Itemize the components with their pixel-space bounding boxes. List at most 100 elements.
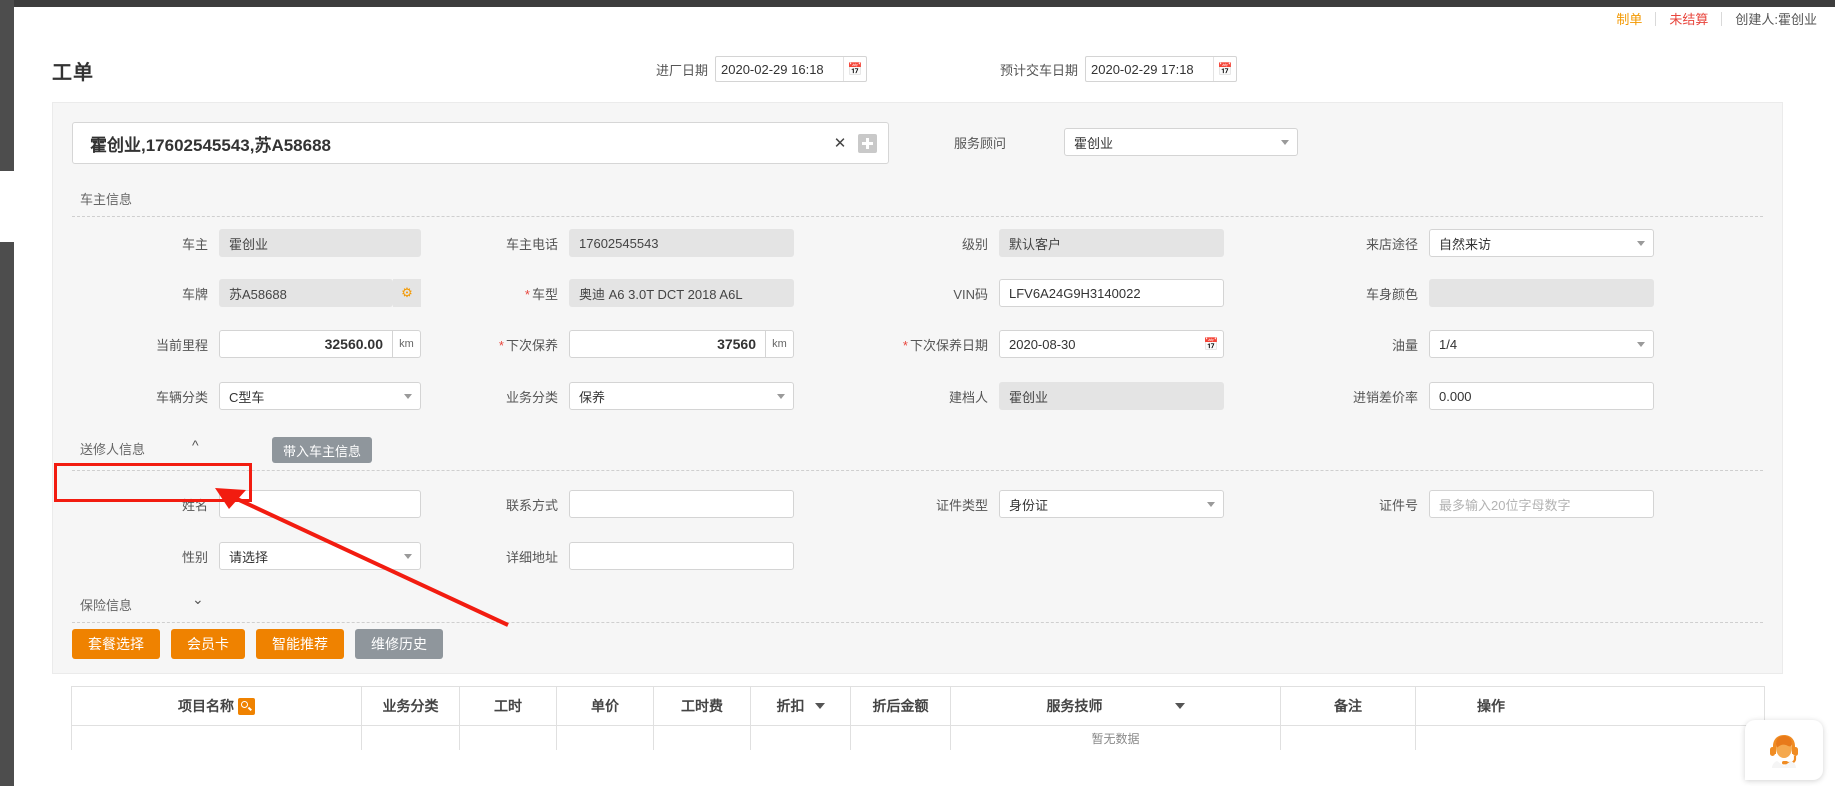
biz-class-value: 保养 (579, 389, 606, 405)
model-label: * 车型 (524, 286, 558, 302)
field-vin: VIN码 LFV6A24G9H3140022 (912, 278, 1224, 308)
left-rail-bottom (0, 242, 14, 786)
chevron-up-icon[interactable]: ^ (192, 437, 199, 453)
status-unsettled[interactable]: 未结算 (1669, 13, 1708, 26)
field-id-number: 证件号 最多输入20位字母数字 (1342, 489, 1654, 519)
items-table: 项目名称 业务分类 工时 单价 工时费 折扣 折后金额 服务技师 备注 操作 暂… (71, 686, 1765, 750)
sort-caret-icon[interactable] (1174, 703, 1185, 709)
section-divider (72, 622, 1763, 623)
calendar-icon[interactable]: 📅 (843, 57, 866, 81)
repairer-section-header: 送修人信息 ^ 带入车主信息 (72, 437, 1763, 471)
cell-biz-class (362, 726, 460, 750)
owner-row-1: 车主 霍创业 车主电话 17602545543 级别 默认客户 来店途径 自然来… (72, 228, 1763, 258)
search-icon[interactable] (238, 697, 255, 715)
vin-input[interactable]: LFV6A24G9H3140022 (999, 279, 1224, 307)
table-row: 暂无数据 (72, 725, 1764, 750)
delivery-date-field[interactable]: 2020-02-29 17:18 📅 (1085, 56, 1238, 82)
mileage-input[interactable]: 32560.00 (219, 330, 393, 358)
next-maintenance-input[interactable]: 37560 (569, 330, 766, 358)
customer-search-input[interactable]: 霍创业,17602545543,苏A58688 ✕ (72, 122, 889, 164)
copy-owner-info-button[interactable]: 带入车主信息 (272, 437, 373, 463)
gender-value: 请选择 (229, 549, 269, 565)
required-asterisk: * (524, 286, 530, 302)
chevron-down-icon (1637, 342, 1645, 347)
field-repairer-name: 姓名 (132, 489, 421, 519)
delivery-date-group: 预计交车日期 2020-02-29 17:18 📅 (1000, 56, 1238, 82)
package-select-button[interactable]: 套餐选择 (72, 629, 160, 659)
field-gender: 性别 请选择 (132, 541, 421, 571)
id-number-input[interactable]: 最多输入20位字母数字 (1429, 490, 1654, 518)
vin-label: VIN码 (953, 286, 988, 302)
owner-label: 车主 (181, 236, 208, 252)
gender-select[interactable]: 请选择 (219, 542, 421, 570)
visit-source-select[interactable]: 自然来访 (1429, 229, 1654, 257)
owner-phone-value: 17602545543 (569, 229, 794, 257)
service-advisor-value: 霍创业 (1074, 135, 1114, 151)
id-number-label: 证件号 (1378, 497, 1418, 513)
chevron-down-icon (777, 394, 785, 399)
left-rail-top (0, 0, 14, 171)
field-visit-source: 来店途径 自然来访 (1342, 228, 1654, 258)
repairer-name-input[interactable] (219, 490, 421, 518)
entry-date-field[interactable]: 2020-02-29 16:18 📅 (715, 56, 868, 82)
next-maintenance-control: 37560 km (569, 330, 794, 358)
col-technician[interactable]: 服务技师 (951, 687, 1281, 725)
field-next-maintenance-date: * 下次保养日期 2020-08-30 📅 (899, 329, 1224, 359)
col-discount[interactable]: 折扣 (751, 687, 851, 725)
vehicle-class-select[interactable]: C型车 (219, 382, 421, 410)
mileage-unit: km (393, 330, 421, 358)
repair-history-button[interactable]: 维修历史 (355, 629, 443, 659)
field-address: 详细地址 (482, 541, 794, 571)
owner-row-2: 车牌 苏A58688 ⚙ * 车型 奥迪 A6 3.0T DCT 2018 A6L… (72, 278, 1763, 308)
field-level: 级别 默认客户 (912, 228, 1224, 258)
col-item-name-label: 项目名称 (178, 698, 234, 714)
address-input[interactable] (569, 542, 794, 570)
service-advisor-select[interactable]: 霍创业 (1064, 128, 1299, 156)
support-agent-icon (1770, 735, 1798, 768)
col-biz-class: 业务分类 (362, 687, 460, 725)
required-asterisk: * (498, 337, 504, 353)
next-maintenance-date-field[interactable]: 2020-08-30 📅 (999, 330, 1224, 358)
member-card-button[interactable]: 会员卡 (171, 629, 245, 659)
biz-class-select[interactable]: 保养 (569, 382, 794, 410)
sort-caret-icon[interactable] (814, 703, 825, 709)
smart-recommend-button[interactable]: 智能推荐 (256, 629, 344, 659)
chevron-down-icon[interactable]: ⌄ (192, 591, 204, 608)
calendar-icon[interactable]: 📅 (1199, 337, 1223, 351)
field-id-type: 证件类型 身份证 (912, 489, 1224, 519)
field-owner: 车主 霍创业 (132, 228, 421, 258)
margin-rate-input[interactable]: 0.000 (1429, 382, 1654, 410)
id-type-select[interactable]: 身份证 (999, 490, 1224, 518)
vehicle-class-value: C型车 (229, 389, 265, 405)
status-make-order[interactable]: 制单 (1616, 13, 1642, 26)
cell-unit-price (557, 726, 654, 750)
biz-class-label: 业务分类 (505, 389, 558, 405)
field-biz-class: 业务分类 保养 (482, 381, 794, 411)
section-divider (72, 470, 1763, 471)
owner-phone-label: 车主电话 (505, 236, 558, 252)
customer-search-value: 霍创业,17602545543,苏A58688 (90, 135, 331, 155)
archiver-label: 建档人 (948, 389, 988, 405)
work-order-panel: 霍创业,17602545543,苏A58688 ✕ 服务顾问 霍创业 车主信息 … (52, 102, 1783, 674)
insurance-section-header: 保险信息 ⌄ (72, 591, 1763, 623)
cell-operation (1416, 726, 1566, 750)
calendar-icon[interactable]: 📅 (1213, 57, 1236, 81)
gear-icon[interactable]: ⚙ (393, 279, 421, 307)
col-unit-price-label: 单价 (591, 698, 619, 714)
plate-label: 车牌 (181, 286, 208, 302)
repairer-row-1: 姓名 联系方式 证件类型 身份证 证件号 最多输入20位字母数字 (72, 489, 1763, 519)
col-labor-hours: 工时 (460, 687, 557, 725)
repairer-name-label: 姓名 (181, 497, 208, 513)
plus-icon[interactable] (858, 133, 877, 153)
support-chat-widget[interactable] (1745, 720, 1823, 780)
col-item-name[interactable]: 项目名称 (72, 687, 362, 725)
field-model: * 车型 奥迪 A6 3.0T DCT 2018 A6L (482, 278, 794, 308)
close-icon[interactable]: ✕ (828, 134, 852, 152)
col-discounted-amount-label: 折后金额 (872, 698, 929, 714)
col-technician-label: 服务技师 (1046, 698, 1103, 714)
field-repairer-contact: 联系方式 (482, 489, 794, 519)
repairer-contact-input[interactable] (569, 490, 794, 518)
fuel-select[interactable]: 1/4 (1429, 330, 1654, 358)
level-label: 级别 (961, 236, 988, 252)
next-maintenance-date-label: * 下次保养日期 (902, 337, 988, 353)
